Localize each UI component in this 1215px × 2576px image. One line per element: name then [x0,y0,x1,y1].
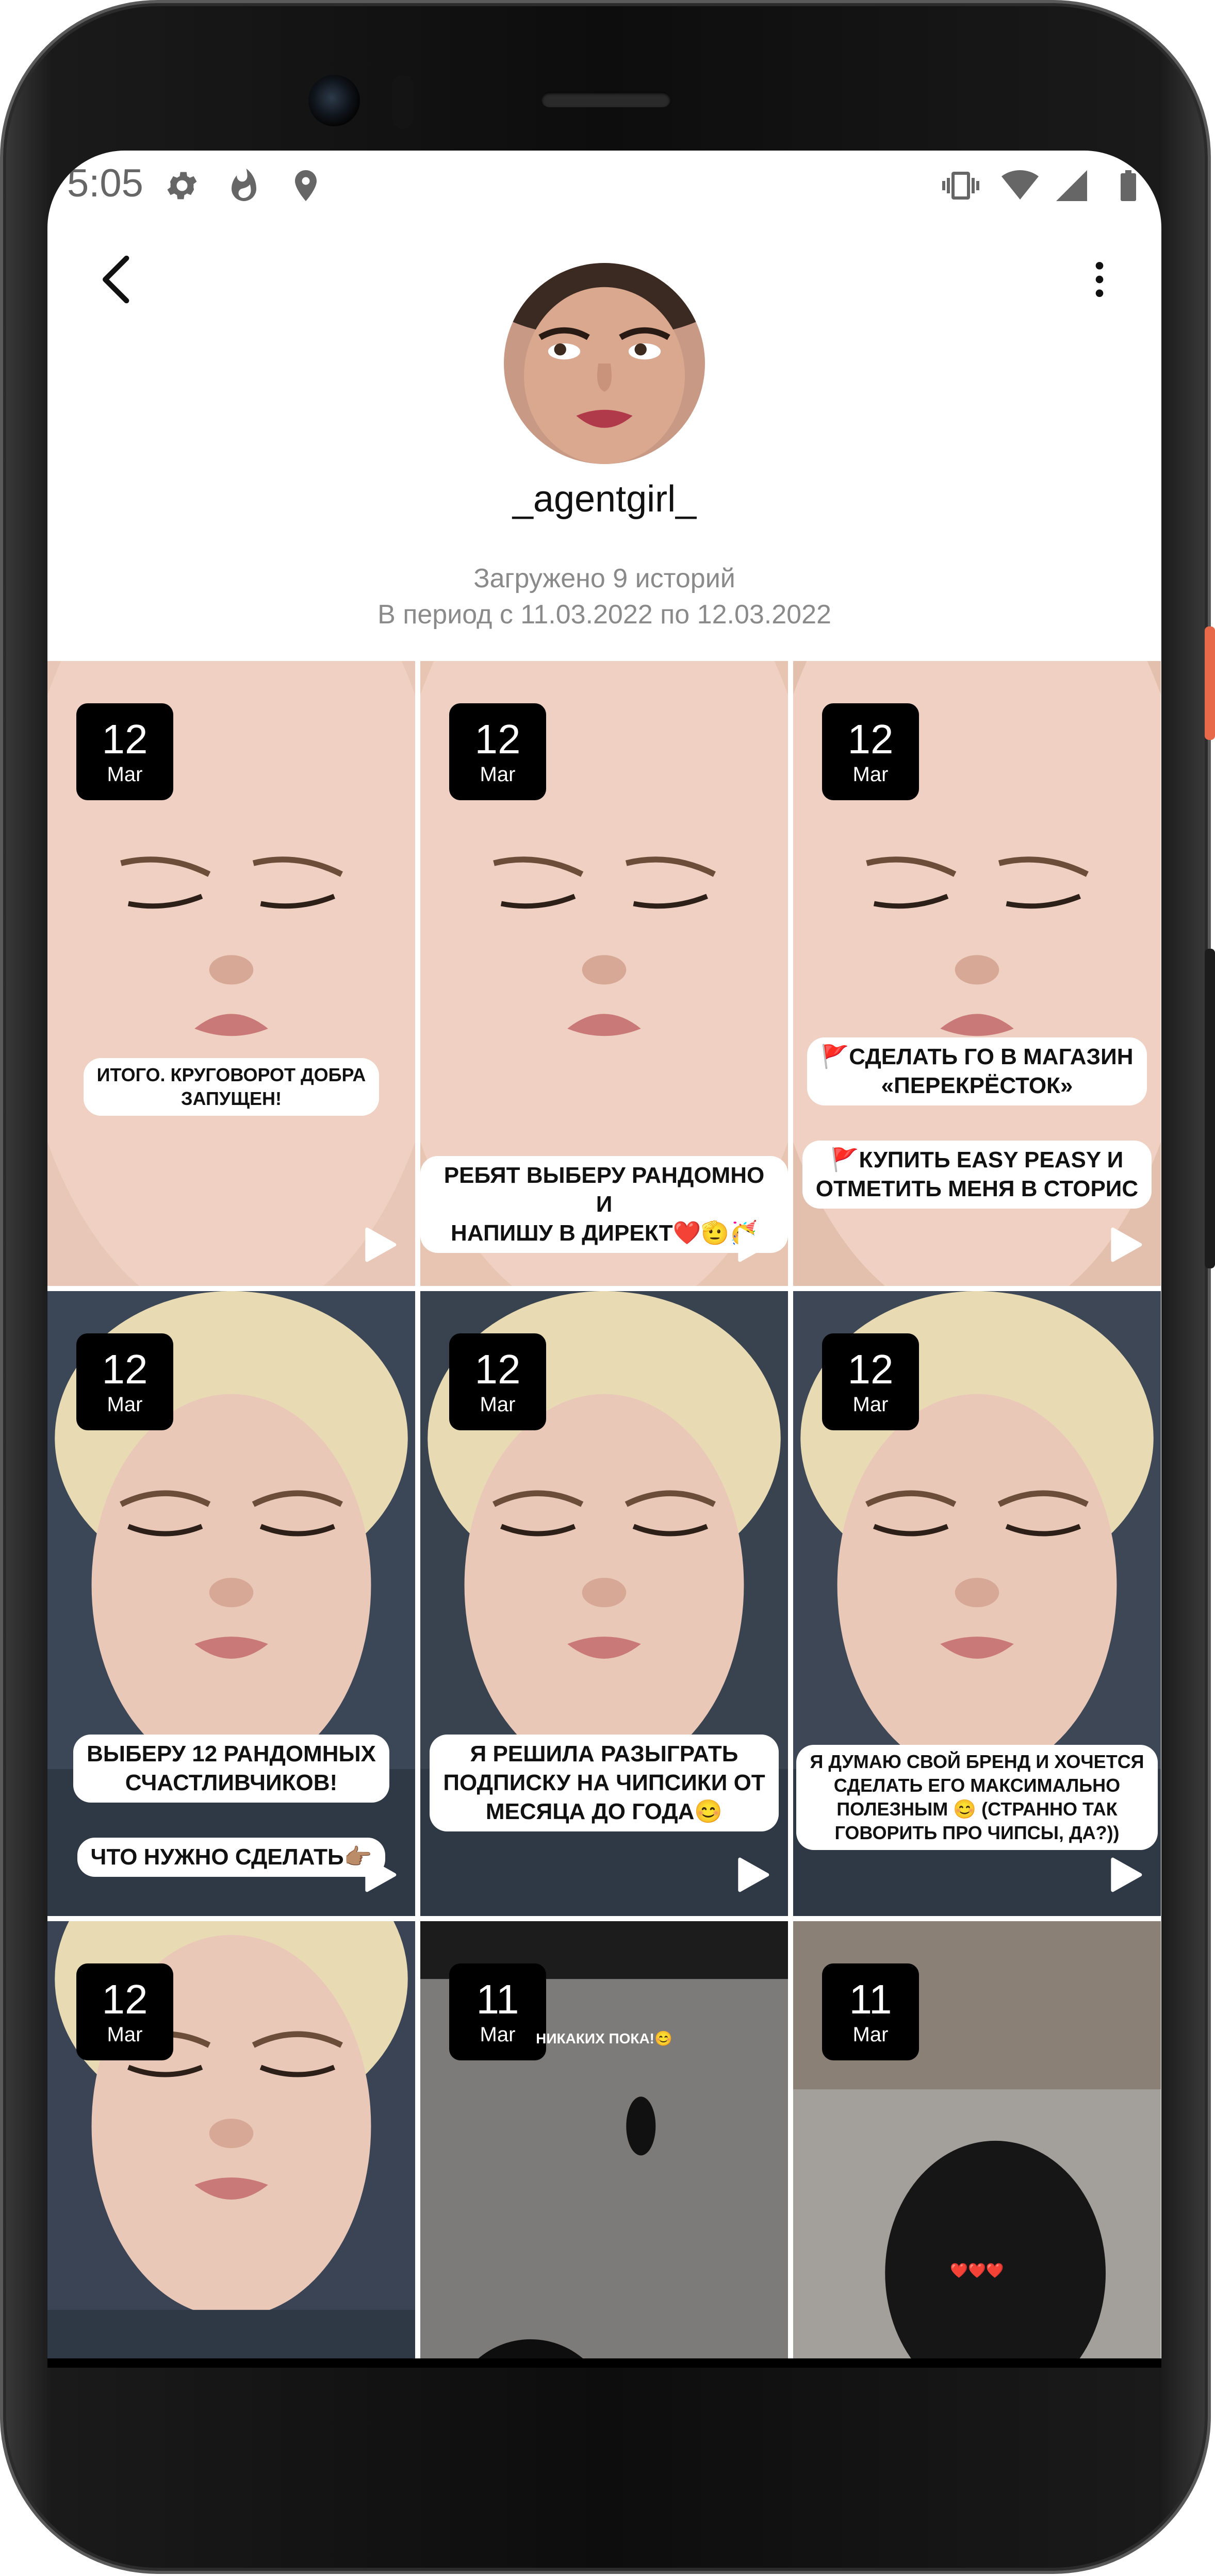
story-caption-line: ОТМЕТИТЬ МЕНЯ В СТОРИС [815,1176,1139,1201]
story-date-badge: 12 Mar [449,1333,546,1430]
story-tile[interactable]: 12 Mar Я ДУМАЮ СВОЙ БРЕНД И ХОЧЕТСЯ СДЕЛАТЬ… [793,1291,1161,1916]
proximity-sensor [392,75,414,129]
stories-count: Загружено 9 историй [473,564,735,593]
story-date-badge: 12 Mar [822,703,919,800]
story-day: 12 [474,716,521,762]
play-icon [738,1227,769,1262]
story-day: 12 [102,1976,148,2022]
story-caption-line: МЕСЯЦА ДО ГОДА😊 [485,1799,723,1824]
story-caption-line: НАПИШУ В ДИРЕКТ❤️🫡🥳 [451,1220,758,1246]
story-date-badge: 11 Mar [822,1963,919,2060]
location-icon [295,170,317,201]
screen: 5:05 _agentgirl_ Загружено 9 историй В п… [47,151,1161,2368]
stories-period: В период с 11.03.2022 по 12.03.2022 [377,600,831,630]
profile-username: _agentgirl_ [512,478,697,520]
story-day: 12 [102,716,148,762]
story-month: Mar [480,763,516,786]
story-caption: НИКАКИХ ПОКА!😊 [420,2024,788,2053]
story-tile[interactable]: 11 Mar ❤️❤️❤️ [793,1921,1161,2368]
signal-icon [1056,170,1087,201]
story-month: Mar [107,2023,143,2046]
story-caption-line: РЕБЯТ ВЫБЕРУ РАНДОМНО И [444,1163,765,1217]
story-tile[interactable]: 12 Mar Я РЕШИЛА РАЗЫГРАТЬ ПОДПИСКУ НА ЧИПСИ… [420,1291,788,1916]
avatar [504,263,705,464]
vibrate-icon [942,172,979,200]
story-caption-line: 🚩СДЕЛАТЬ ГО В МАГАЗИН [820,1044,1134,1069]
story-caption: 🚩КУПИТЬ EASY PEASY И ОТМЕТИТЬ МЕНЯ В СТОР… [793,1141,1161,1209]
story-caption-line: ЗАПУЩЕН! [180,1088,282,1109]
story-day: 12 [847,1346,894,1392]
story-caption-line: ПОЛЕЗНЫМ 😊 (СТРАННО ТАК [836,1798,1118,1820]
story-day: 12 [847,716,894,762]
volume-button [1205,949,1215,1268]
status-time: 5:05 [67,161,143,205]
story-date-badge: 12 Mar [76,1333,173,1430]
story-day: 11 [849,1976,892,2022]
gear-icon [167,172,197,200]
front-camera [308,75,360,126]
story-caption: 🚩СДЕЛАТЬ ГО В МАГАЗИН «ПЕРЕКРЁСТОК» [793,1037,1161,1105]
story-caption: ИТОГО. КРУГОВОРОТ ДОБРА ЗАПУЩЕН! [47,1058,415,1116]
story-tile[interactable]: 12 Mar 🚩СДЕЛАТЬ ГО В МАГАЗИН «ПЕРЕКРЁСТОК» 🚩… [793,661,1161,1286]
story-month: Mar [480,1393,516,1416]
story-day: 12 [474,1346,521,1392]
stories-grid: 12 Mar ИТОГО. КРУГОВОРОТ ДОБРА ЗАПУЩЕН! 12 Ma… [47,661,1161,2368]
play-icon [738,1857,769,1892]
story-caption-line: ❤️❤️❤️ [950,2263,1004,2278]
story-caption-line: ПОДПИСКУ НА ЧИПСИКИ ОТ [443,1770,765,1795]
phone-frame: 5:05 _agentgirl_ Загружено 9 историй В п… [0,0,1215,2576]
story-caption-line: СДЕЛАТЬ ЕГО МАКСИМАЛЬНО [833,1775,1121,1796]
story-caption-line: Я РЕШИЛА РАЗЫГРАТЬ [470,1741,738,1766]
story-tile[interactable]: 12 Mar [47,1921,415,2368]
story-day: 11 [476,1976,519,2022]
back-arrow-icon[interactable] [89,249,145,310]
story-caption: Я ДУМАЮ СВОЙ БРЕНД И ХОЧЕТСЯ СДЕЛАТЬ ЕГО … [793,1745,1161,1850]
story-date-badge: 12 Mar [449,703,546,800]
flame-icon [232,169,256,201]
story-date-badge: 12 Mar [76,703,173,800]
story-caption-line: «ПЕРЕКРЁСТОК» [881,1073,1073,1098]
earpiece [541,92,670,107]
story-tile[interactable]: 12 Mar РЕБЯТ ВЫБЕРУ РАНДОМНО И НАПИШУ В ДИР… [420,661,788,1286]
story-date-badge: 12 Mar [76,1963,173,2060]
play-icon [1111,1857,1142,1892]
story-caption-line: Я ДУМАЮ СВОЙ БРЕНД И ХОЧЕТСЯ [810,1751,1144,1772]
story-caption: ❤️❤️❤️ [793,2256,1161,2285]
battery-icon [1121,170,1136,201]
story-tile[interactable]: 12 Mar ВЫБЕРУ 12 РАНДОМНЫХ СЧАСТЛИВЧИКОВ! ЧТ… [47,1291,415,1916]
story-caption: ВЫБЕРУ 12 РАНДОМНЫХ СЧАСТЛИВЧИКОВ! [47,1735,415,1803]
story-date-badge: 12 Mar [822,1333,919,1430]
more-menu-icon[interactable] [1079,249,1120,310]
story-caption-line: ГОВОРИТЬ ПРО ЧИПСЫ, ДА?)) [834,1822,1120,1843]
story-caption: Я РЕШИЛА РАЗЫГРАТЬ ПОДПИСКУ НА ЧИПСИКИ ОТ… [420,1735,788,1831]
story-tile[interactable]: 12 Mar ИТОГО. КРУГОВОРОТ ДОБРА ЗАПУЩЕН! [47,661,415,1286]
avatar-face-illustration [504,263,705,464]
story-day: 12 [102,1346,148,1392]
story-month: Mar [107,763,143,786]
story-month: Mar [107,1393,143,1416]
status-bar: 5:05 [47,151,1161,218]
story-month: Mar [852,763,889,786]
navigation-bar [47,2358,1161,2368]
story-month: Mar [852,2023,889,2046]
play-icon [365,1227,397,1262]
wifi-icon [1001,170,1039,200]
story-caption-line: ВЫБЕРУ 12 РАНДОМНЫХ [87,1741,376,1766]
story-month: Mar [852,1393,889,1416]
story-caption-line: ЧТО НУЖНО СДЕЛАТЬ👉🏽 [90,1844,372,1870]
story-caption-line: СЧАСТЛИВЧИКОВ! [125,1770,338,1795]
power-button [1205,626,1215,740]
story-caption-line: НИКАКИХ ПОКА!😊 [536,2030,672,2046]
story-caption-line: ИТОГО. КРУГОВОРОТ ДОБРА [96,1064,366,1085]
story-tile[interactable]: 11 Mar НИКАКИХ ПОКА!😊 [420,1921,788,2368]
play-icon [1111,1227,1142,1262]
story-caption-line: 🚩КУПИТЬ EASY PEASY И [830,1147,1124,1173]
play-icon [365,1857,397,1892]
